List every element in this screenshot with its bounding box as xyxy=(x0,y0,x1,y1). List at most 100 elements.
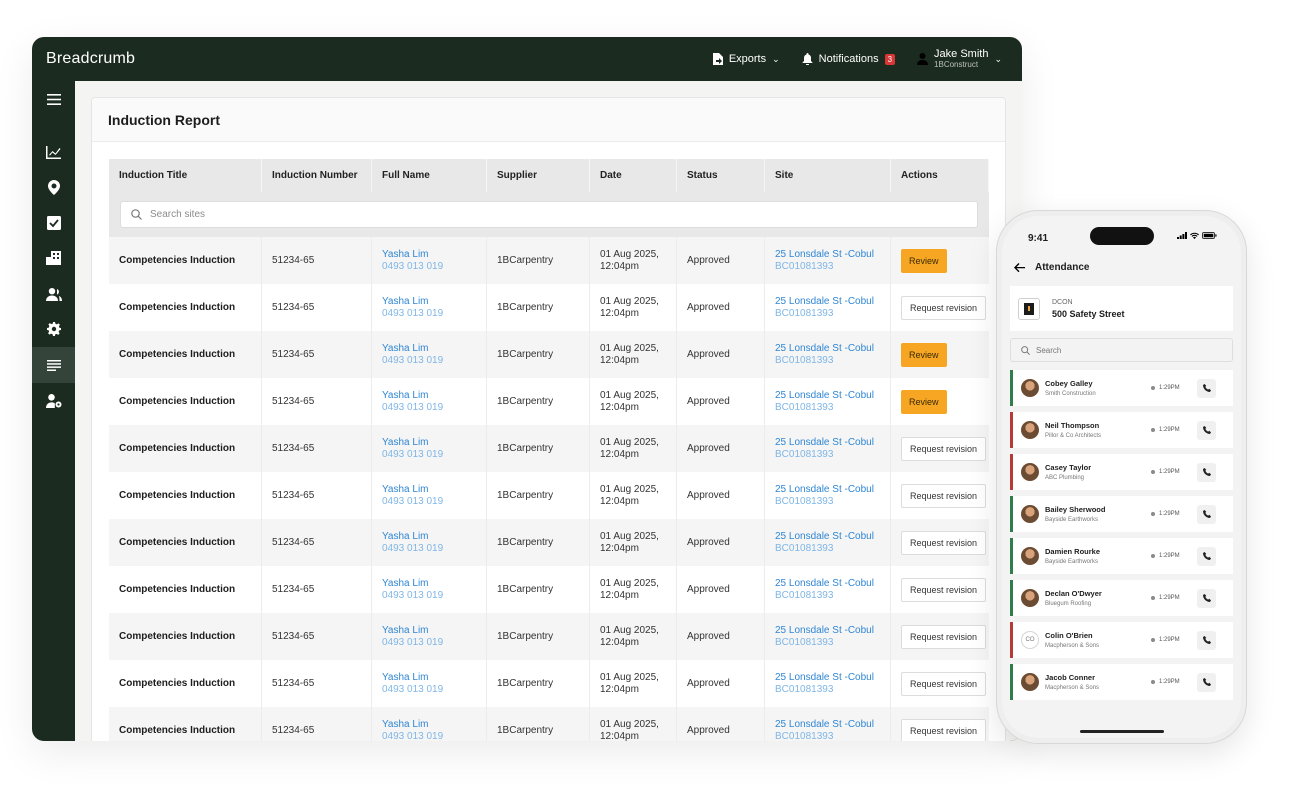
request-revision-button[interactable]: Request revision xyxy=(901,483,987,508)
person-phone[interactable]: 0493 013 019 xyxy=(382,590,443,602)
attendance-item[interactable]: Declan O'Dwyer Bluegum Roofing 1:29PM xyxy=(1010,580,1233,616)
site-link[interactable]: 25 Lonsdale St -Cobul xyxy=(775,296,874,308)
person-phone[interactable]: 0493 013 019 xyxy=(382,731,443,742)
status-cell: Approved xyxy=(677,284,765,331)
site-link[interactable]: 25 Lonsdale St -Cobul xyxy=(775,531,874,543)
site-link[interactable]: 25 Lonsdale St -Cobul xyxy=(775,390,874,402)
site-code[interactable]: BC01081393 xyxy=(775,637,874,649)
phone-call-icon[interactable] xyxy=(1197,504,1216,524)
request-revision-button[interactable]: Request revision xyxy=(901,624,987,649)
time: 12:04pm xyxy=(600,401,639,413)
induction-number-cell: 51234-65 xyxy=(262,660,372,707)
phone-call-icon[interactable] xyxy=(1197,462,1216,482)
review-button[interactable]: Review xyxy=(901,248,947,273)
attendance-item[interactable]: Damien Rourke Bayside Earthworks 1:29PM xyxy=(1010,538,1233,574)
site-link[interactable]: 25 Lonsdale St -Cobul xyxy=(775,343,874,355)
supplier-cell: 1BCarpentry xyxy=(487,378,590,425)
exports-button[interactable]: Exports ⌄ xyxy=(712,53,780,65)
location-pin-icon[interactable] xyxy=(32,169,75,205)
attendance-item[interactable]: Neil Thompson Pillor & Co Architects 1:29P… xyxy=(1010,412,1233,448)
request-revision-button[interactable]: Request revision xyxy=(901,436,987,461)
person-phone[interactable]: 0493 013 019 xyxy=(382,308,443,320)
site-code[interactable]: BC01081393 xyxy=(775,590,874,602)
site-code[interactable]: BC01081393 xyxy=(775,684,874,696)
site-link[interactable]: 25 Lonsdale St -Cobul xyxy=(775,249,874,261)
attendance-item[interactable]: CO Colin O'Brien Macpherson & Sons 1:29PM xyxy=(1010,622,1233,658)
person-phone[interactable]: 0493 013 019 xyxy=(382,684,443,696)
table-header: Induction Title Induction Number Full Name… xyxy=(109,159,989,192)
request-revision-button[interactable]: Request revision xyxy=(901,577,987,602)
search-sites-input[interactable]: Search sites xyxy=(120,201,978,228)
phone-call-icon[interactable] xyxy=(1197,546,1216,566)
person-name-link[interactable]: Yasha Lim xyxy=(382,249,443,261)
person-name-link[interactable]: Yasha Lim xyxy=(382,672,443,684)
phone-call-icon[interactable] xyxy=(1197,420,1216,440)
actions-cell: Request revision xyxy=(891,284,989,331)
attendance-item[interactable]: Bailey Sherwood Bayside Earthworks 1:29PM xyxy=(1010,496,1233,532)
checkbox-icon[interactable] xyxy=(32,205,75,241)
request-revision-button[interactable]: Request revision xyxy=(901,295,987,320)
induction-title-cell: Competencies Induction xyxy=(109,613,262,660)
phone-call-icon[interactable] xyxy=(1197,630,1216,650)
users-icon[interactable] xyxy=(32,276,75,312)
building-icon[interactable] xyxy=(32,240,75,276)
person-name-link[interactable]: Yasha Lim xyxy=(382,531,443,543)
site-link[interactable]: 25 Lonsdale St -Cobul xyxy=(775,719,874,731)
battery-icon xyxy=(1202,232,1217,239)
site-link[interactable]: 25 Lonsdale St -Cobul xyxy=(775,484,874,496)
site-code[interactable]: BC01081393 xyxy=(775,449,874,461)
person-name-link[interactable]: Yasha Lim xyxy=(382,390,443,402)
phone-search-input[interactable]: Search xyxy=(1010,338,1233,362)
site-code[interactable]: BC01081393 xyxy=(775,731,874,742)
person-phone[interactable]: 0493 013 019 xyxy=(382,496,443,508)
request-revision-button[interactable]: Request revision xyxy=(901,530,987,555)
site-link[interactable]: 25 Lonsdale St -Cobul xyxy=(775,672,874,684)
request-revision-button[interactable]: Request revision xyxy=(901,671,987,696)
person-name-link[interactable]: Yasha Lim xyxy=(382,625,443,637)
site-link[interactable]: 25 Lonsdale St -Cobul xyxy=(775,437,874,449)
gear-icon[interactable] xyxy=(32,311,75,347)
person-phone[interactable]: 0493 013 019 xyxy=(382,637,443,649)
user-org: 1BConstruct xyxy=(934,59,979,69)
site-code[interactable]: BC01081393 xyxy=(775,261,874,273)
person-name-link[interactable]: Yasha Lim xyxy=(382,578,443,590)
phone-call-icon[interactable] xyxy=(1197,588,1216,608)
phone-call-icon[interactable] xyxy=(1197,378,1216,398)
person-phone[interactable]: 0493 013 019 xyxy=(382,261,443,273)
attendance-item[interactable]: Cobey Galley Smith Construction 1:29PM xyxy=(1010,370,1233,406)
person-name-link[interactable]: Yasha Lim xyxy=(382,484,443,496)
site-code[interactable]: BC01081393 xyxy=(775,308,874,320)
user-settings-icon[interactable] xyxy=(32,383,75,419)
site-link[interactable]: 25 Lonsdale St -Cobul xyxy=(775,578,874,590)
induction-number-cell: 51234-65 xyxy=(262,566,372,613)
attendance-item[interactable]: Jacob Conner Macpherson & Sons 1:29PM xyxy=(1010,664,1233,700)
person-name-link[interactable]: Yasha Lim xyxy=(382,437,443,449)
review-button[interactable]: Review xyxy=(901,342,947,367)
attendance-item[interactable]: Casey Taylor ABC Plumbing 1:29PM xyxy=(1010,454,1233,490)
status-cell: Approved xyxy=(677,613,765,660)
menu-icon[interactable] xyxy=(32,81,75,117)
person-phone[interactable]: 0493 013 019 xyxy=(382,543,443,555)
review-button[interactable]: Review xyxy=(901,389,947,414)
person-name-link[interactable]: Yasha Lim xyxy=(382,296,443,308)
site-code[interactable]: BC01081393 xyxy=(775,543,874,555)
person-phone[interactable]: 0493 013 019 xyxy=(382,402,443,414)
back-arrow-icon[interactable] xyxy=(1014,263,1025,272)
person-name-link[interactable]: Yasha Lim xyxy=(382,343,443,355)
site-card[interactable]: DCON 500 Safety Street xyxy=(1010,286,1233,331)
user-menu[interactable]: Jake Smith 1BConstruct ⌄ xyxy=(917,48,1002,69)
site-code[interactable]: BC01081393 xyxy=(775,355,874,367)
phone-call-icon[interactable] xyxy=(1197,672,1216,692)
site-code[interactable]: BC01081393 xyxy=(775,496,874,508)
person-name-link[interactable]: Yasha Lim xyxy=(382,719,443,731)
site-cell: 25 Lonsdale St -Cobul BC01081393 xyxy=(765,519,891,566)
chart-icon[interactable] xyxy=(32,134,75,170)
report-lines-icon[interactable] xyxy=(32,347,75,383)
person-phone[interactable]: 0493 013 019 xyxy=(382,449,443,461)
chevron-down-icon: ⌄ xyxy=(772,53,780,64)
site-link[interactable]: 25 Lonsdale St -Cobul xyxy=(775,625,874,637)
person-phone[interactable]: 0493 013 019 xyxy=(382,355,443,367)
notifications-button[interactable]: Notifications 3 xyxy=(802,53,896,65)
site-code[interactable]: BC01081393 xyxy=(775,402,874,414)
request-revision-button[interactable]: Request revision xyxy=(901,718,987,741)
